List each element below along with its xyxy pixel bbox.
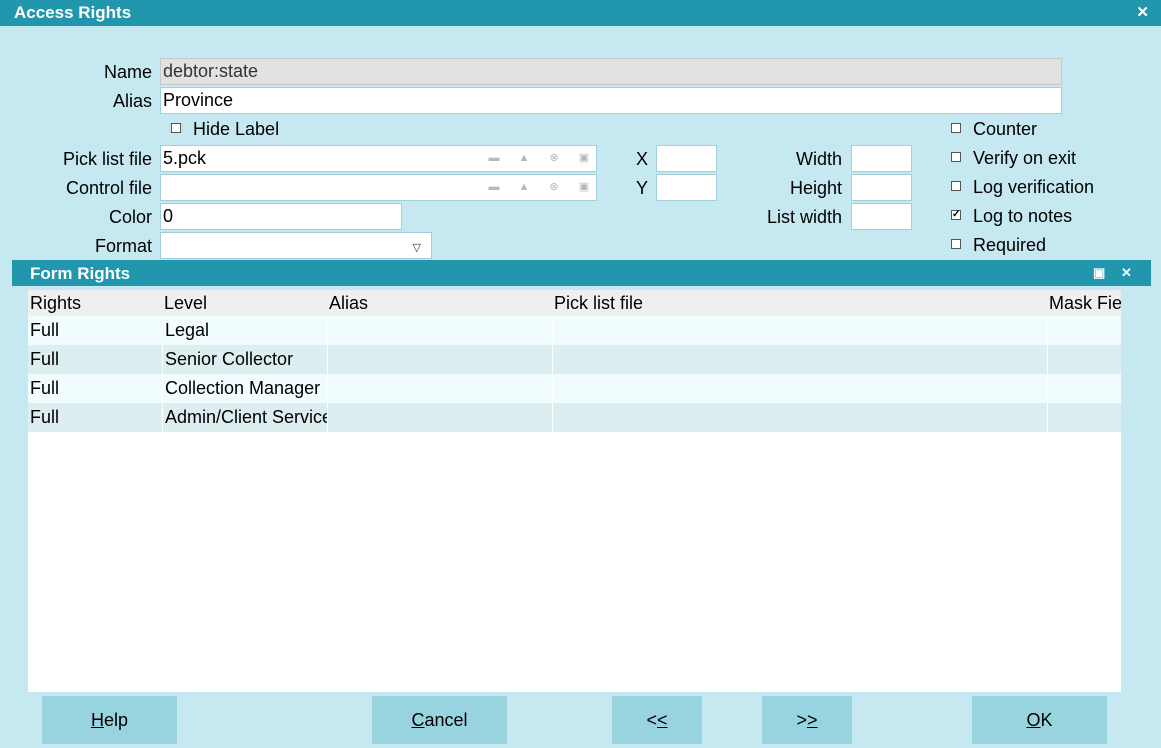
verify-on-exit-checkbox[interactable] [951,152,961,162]
cell-rights: Full [30,349,60,369]
cell-rights: Full [30,320,60,340]
form-rights-title: Form Rights [30,264,131,283]
color-label: Color [108,207,152,227]
list-width-label: List width [766,207,842,227]
cancel-button[interactable]: Cancel [372,696,507,744]
width-label: Width [795,149,842,169]
form-rights-header [12,260,1151,286]
cell-mask-field [1047,403,1121,432]
folder-open-icon[interactable]: ▬ [486,175,502,199]
close-icon[interactable]: ✕ [1136,3,1149,21]
cell-pick-list-file [552,316,1047,345]
cell-pick-list-file [552,374,1047,403]
lock-icon[interactable]: ▣ [576,175,592,199]
name-field: debtor:state [160,58,1062,85]
print-icon[interactable]: ▲ [516,146,532,170]
format-select[interactable]: ▽ [160,232,432,259]
hide-label-label: Hide Label [193,119,280,139]
cell-pick-list-file [552,403,1047,432]
log-to-notes-label: Log to notes [973,206,1073,226]
hide-label-checkbox[interactable] [171,123,181,133]
check-mark-icon: ✓ [952,209,961,220]
counter-checkbox[interactable] [951,123,961,133]
column-header-alias[interactable]: Alias [327,290,552,316]
required-checkbox[interactable] [951,239,961,249]
title-bar [0,0,1161,26]
cell-alias [327,374,552,403]
print-icon[interactable]: ▲ [516,175,532,199]
column-header-rights[interactable]: Rights [28,290,162,316]
cell-level: Legal [162,316,327,345]
y-field[interactable] [656,174,717,201]
x-label: X [635,149,648,169]
maximize-icon[interactable]: ▣ [1093,265,1105,281]
log-verification-checkbox[interactable] [951,181,961,191]
clear-icon[interactable]: ⊗ [546,146,562,170]
column-header-level[interactable]: Level [162,290,327,316]
lock-icon[interactable]: ▣ [576,146,592,170]
required-label: Required [973,235,1047,255]
table-row[interactable]: Full Collection Manager [28,374,1121,403]
color-field[interactable]: 0 [160,203,402,230]
table-row[interactable]: Full Admin/Client Service [28,403,1121,432]
cell-alias [327,345,552,374]
cell-mask-field [1047,345,1121,374]
format-label: Format [94,236,152,256]
width-field[interactable] [851,145,912,172]
help-button[interactable]: Help [42,696,177,744]
x-field[interactable] [656,145,717,172]
folder-open-icon[interactable]: ▬ [486,146,502,170]
log-to-notes-checkbox[interactable]: ✓ [951,210,961,220]
cell-level: Admin/Client Service [162,403,327,432]
cell-mask-field [1047,374,1121,403]
clear-icon[interactable]: ⊗ [546,175,562,199]
pick-list-file-value: 5.pck [163,148,207,168]
window-title: Access Rights [14,3,132,22]
counter-label: Counter [973,119,1038,139]
close-icon[interactable]: ✕ [1121,265,1132,281]
cell-alias [327,403,552,432]
alias-label: Alias [112,91,152,111]
chevron-down-icon: ▽ [412,242,421,254]
log-verification-label: Log verification [973,177,1095,197]
table-header: Rights Level Alias Pick list file Mask F… [28,290,1121,316]
list-width-field[interactable] [851,203,912,230]
cell-rights: Full [30,407,60,427]
control-file-label: Control file [65,178,152,198]
cell-pick-list-file [552,345,1047,374]
table-row[interactable]: Full Senior Collector [28,345,1121,374]
previous-button[interactable]: << [612,696,702,744]
verify-on-exit-label: Verify on exit [973,148,1077,168]
height-field[interactable] [851,174,912,201]
cell-mask-field [1047,316,1121,345]
form-rights-table: Rights Level Alias Pick list file Mask F… [28,290,1121,692]
column-header-mask-field[interactable]: Mask Fie [1047,290,1121,316]
cell-level: Collection Manager [162,374,327,403]
y-label: Y [635,178,648,198]
ok-button[interactable]: OK [972,696,1107,744]
pick-list-file-field[interactable]: 5.pck ▬ ▲ ⊗ ▣ [160,145,597,172]
cell-level: Senior Collector [162,345,327,374]
cell-alias [327,316,552,345]
table-row[interactable]: Full Legal [28,316,1121,345]
column-header-pick-list-file[interactable]: Pick list file [552,290,1047,316]
name-label: Name [103,62,152,82]
control-file-field[interactable]: ▬ ▲ ⊗ ▣ [160,174,597,201]
pick-list-file-label: Pick list file [62,149,152,169]
next-button[interactable]: >> [762,696,852,744]
cell-rights: Full [30,378,60,398]
height-label: Height [789,178,842,198]
alias-field[interactable]: Province [160,87,1062,114]
